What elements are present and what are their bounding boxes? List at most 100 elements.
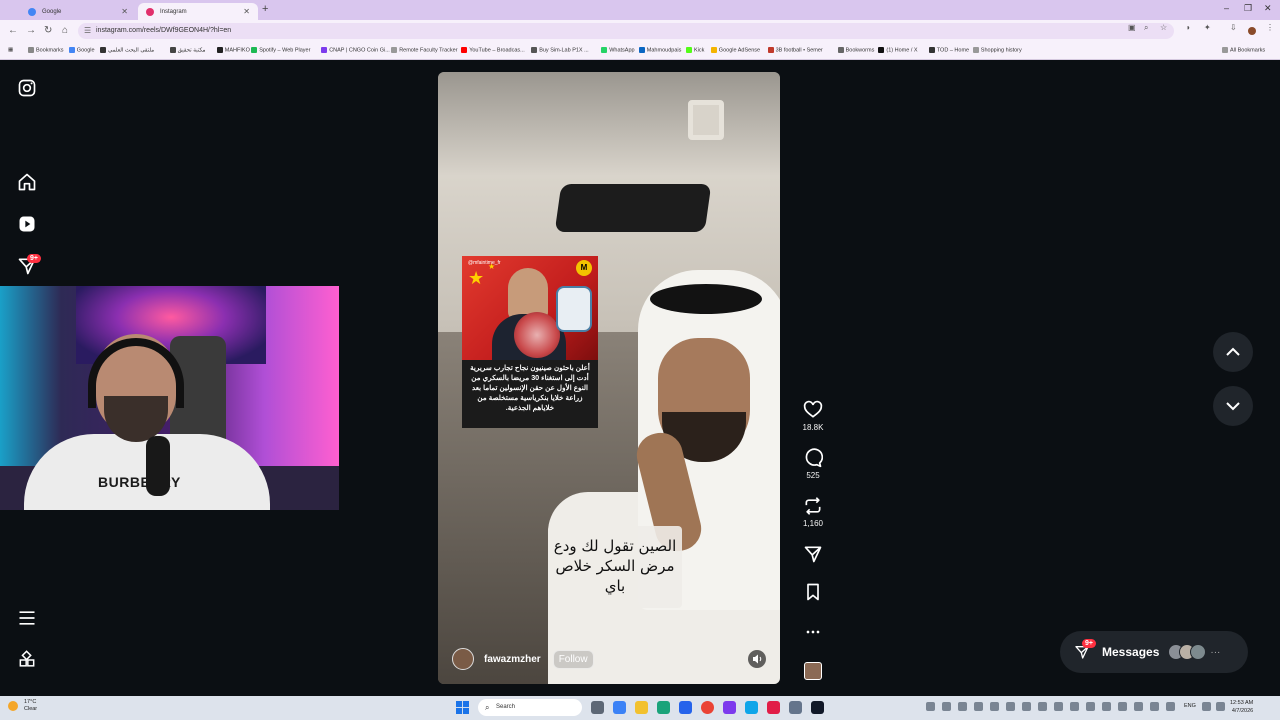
bookmark-item[interactable]: Buy Sim-Lab P1X ... [531,47,589,53]
next-reel-button[interactable] [1213,386,1253,426]
back-icon[interactable]: ← [8,25,18,36]
bookmark-item[interactable]: Google AdSense [710,47,760,53]
previous-reel-button[interactable] [1213,332,1253,372]
bookmark-item[interactable]: (1) Home / X [878,47,918,53]
forward-icon[interactable]: → [26,25,36,36]
minimize-icon[interactable]: – [1224,3,1229,13]
store-icon[interactable] [679,701,692,714]
edge-browser-icon[interactable] [657,701,670,714]
input-language[interactable]: ENG [1184,703,1196,709]
like-action[interactable]: 18.8K [796,400,830,432]
glucose-meter-illustration [556,286,592,332]
bookmark-item[interactable]: Mahmoudpais [638,47,682,54]
bookmark-item[interactable]: ملتقى البحث العلمي [100,47,154,53]
home-icon[interactable]: ⌂ [62,25,68,36]
bookmark-item[interactable]: Shopping history [972,47,1022,53]
new-tab-button[interactable]: + [262,3,268,15]
bookmark-item[interactable]: Remote Faculty Tracker [391,47,458,53]
tray-icon[interactable] [1166,702,1175,711]
chrome-icon[interactable] [701,701,714,714]
also-from-meta-icon[interactable] [17,650,37,670]
reel-video[interactable]: ★ ★ M @mfaintime_fr أعلن باحثون صينيون ن… [438,72,780,684]
follow-button[interactable]: Follow [552,649,594,669]
bookmark-item[interactable]: CNAP | CNGO Coin Gi... [321,47,390,53]
all-bookmarks[interactable]: All Bookmarks [1222,47,1265,53]
bookmark-item[interactable]: WhatsApp [601,47,635,53]
extension-icon[interactable]: ◗ [1186,23,1191,32]
more-menu-icon[interactable] [17,608,37,628]
tab-google[interactable]: Google ✕ [20,3,136,20]
tray-icon[interactable] [1150,702,1159,711]
bookmark-item[interactable]: Bookmarks [28,47,64,53]
author-avatar[interactable] [452,648,474,670]
obs-icon[interactable] [767,701,780,714]
bookmark-favicon-icon [837,47,844,53]
comment-action[interactable]: 525 [796,448,830,480]
close-window-icon[interactable]: ✕ [1264,3,1272,14]
tray-icon[interactable] [1038,702,1047,711]
tray-icon[interactable] [1086,702,1095,711]
app-icon[interactable] [745,701,758,714]
settings-gear-icon[interactable] [789,701,802,714]
bookmark-item[interactable]: TOD – Home [928,47,969,53]
tray-icon[interactable] [1102,702,1111,711]
bookmark-item[interactable]: YouTube – Broadcas... [461,47,525,53]
taskbar-search[interactable]: ⌕ Search [478,699,582,716]
tray-icon[interactable] [1070,702,1079,711]
bookmark-item[interactable]: Bookworms [837,47,874,53]
url-bar[interactable]: ☰ instagram.com/reels/DWf9GEON4H/?hl=en [78,23,1174,39]
install-icon[interactable]: ▣ [1128,23,1136,32]
wifi-icon[interactable] [1202,702,1211,711]
bookmark-item[interactable]: Kick [686,47,704,53]
reels-icon[interactable] [17,214,37,234]
downloads-icon[interactable]: ⇩ [1230,23,1237,32]
more-options-action[interactable] [796,622,830,642]
bookmark-star-icon[interactable]: ☆ [1160,23,1167,32]
close-tab-icon[interactable]: ✕ [243,7,250,16]
tray-icon[interactable] [1118,702,1127,711]
discord-icon[interactable] [723,701,736,714]
mute-button[interactable] [748,650,766,668]
weather-widget[interactable]: 17°C Clear [8,699,37,713]
bookmark-label: Mahmoudpais [646,47,682,54]
messages-button[interactable]: 9+ Messages ··· [1060,631,1248,673]
zoom-icon[interactable]: ⌕ [1144,23,1148,33]
original-audio-thumbnail[interactable] [804,662,822,680]
share-action[interactable] [796,544,830,564]
profile-avatar[interactable] [1248,27,1256,35]
extensions-puzzle-icon[interactable]: ✦ [1204,23,1211,32]
task-view-icon[interactable] [591,701,604,714]
author-username[interactable]: fawazmzher [484,654,541,665]
menu-kebab-icon[interactable]: ⋮ [1266,23,1274,32]
close-tab-icon[interactable]: ✕ [121,7,128,16]
site-info-icon[interactable]: ☰ [84,23,91,39]
widgets-icon[interactable] [613,701,626,714]
tray-icon[interactable] [974,702,983,711]
bookmark-item[interactable]: مكتبة تحقيق [169,47,205,53]
capture-app-icon[interactable] [811,701,824,714]
home-icon[interactable] [17,172,37,192]
reload-icon[interactable]: ↻ [44,25,52,36]
system-clock[interactable]: 12:53 AM 4/7/2026 [1230,699,1253,715]
tray-icon[interactable] [1022,702,1031,711]
windows-start-icon[interactable] [456,701,469,714]
bookmark-item[interactable]: Spotify – Web Player [251,47,310,53]
bookmark-item[interactable]: 3B football • Semer [767,47,823,53]
maximize-icon[interactable]: ❐ [1244,3,1252,14]
apps-grid-icon[interactable]: ▦ [8,47,13,53]
volume-icon[interactable] [1216,702,1225,711]
tray-icon[interactable] [926,702,935,711]
tray-icon[interactable] [958,702,967,711]
tray-icon[interactable] [1134,702,1143,711]
bookmark-item[interactable]: MAHFIKO [216,47,250,53]
save-action[interactable] [796,582,830,602]
tray-icon[interactable] [942,702,951,711]
tray-icon[interactable] [990,702,999,711]
tab-instagram[interactable]: Instagram ✕ [138,3,258,20]
instagram-logo-icon[interactable] [17,78,37,98]
tray-icon[interactable] [1006,702,1015,711]
tray-icon[interactable] [1054,702,1063,711]
file-explorer-icon[interactable] [635,701,648,714]
bookmark-item[interactable]: Google [68,47,95,53]
repost-action[interactable]: 1,160 [796,496,830,528]
